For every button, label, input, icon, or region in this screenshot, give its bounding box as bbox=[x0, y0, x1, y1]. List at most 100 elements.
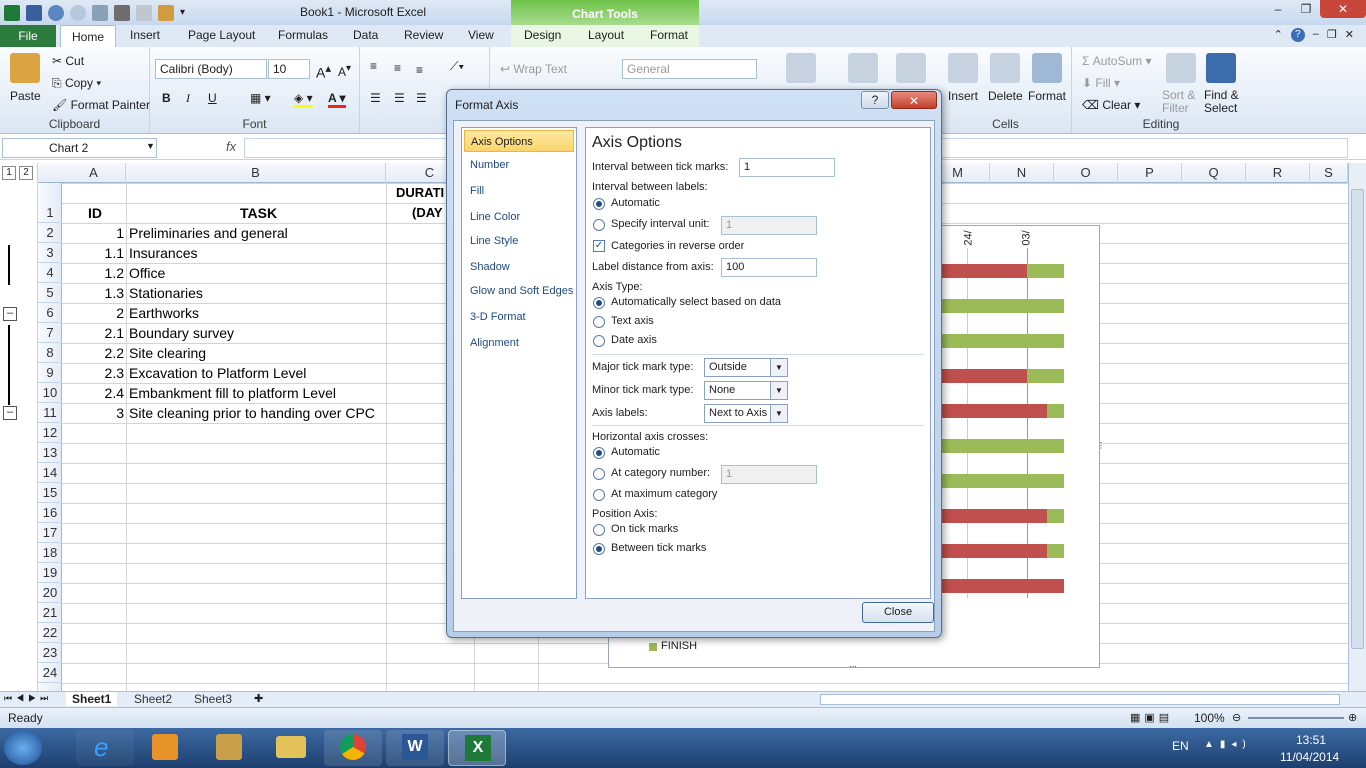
gantt-bar-green[interactable] bbox=[939, 439, 1064, 453]
id-cell[interactable]: 2 bbox=[62, 303, 124, 323]
id-cell[interactable]: 3 bbox=[62, 403, 124, 423]
undo-icon[interactable] bbox=[48, 4, 64, 21]
insert-function-button[interactable]: fx bbox=[226, 139, 236, 154]
gantt-bar-green[interactable] bbox=[939, 299, 1064, 313]
font-size-select[interactable]: 10 bbox=[268, 59, 310, 79]
find-select-button[interactable]: Find & Select bbox=[1204, 89, 1239, 115]
restore-icon[interactable]: ❐ bbox=[1292, 0, 1320, 18]
tab-page-layout[interactable]: Page Layout bbox=[188, 28, 255, 42]
at-max-category-radio[interactable] bbox=[593, 489, 605, 501]
align-top-icon[interactable]: ≡ bbox=[370, 59, 377, 73]
header-id-cell[interactable]: ID bbox=[88, 203, 102, 223]
insert-cells-button[interactable]: Insert bbox=[948, 89, 978, 103]
tab-design[interactable]: Design bbox=[524, 28, 561, 42]
row-header[interactable]: 14 bbox=[38, 463, 62, 483]
sheet-tab-1[interactable]: Sheet1 bbox=[66, 692, 118, 706]
chart-wizard-icon[interactable] bbox=[158, 4, 174, 21]
at-category-radio[interactable] bbox=[593, 468, 605, 480]
nav-alignment[interactable]: Alignment bbox=[464, 332, 574, 354]
gantt-bar-green[interactable] bbox=[939, 334, 1064, 348]
file-explorer-icon[interactable] bbox=[262, 730, 320, 766]
task-cell[interactable]: Boundary survey bbox=[129, 323, 234, 343]
start-button-icon[interactable] bbox=[4, 731, 42, 765]
row-header[interactable]: 19 bbox=[38, 563, 62, 583]
resize-handle-icon[interactable]: ⋯ bbox=[849, 662, 857, 671]
fill-color-icon[interactable]: ◈ ▾ bbox=[294, 91, 313, 108]
zoom-slider[interactable] bbox=[1248, 717, 1344, 719]
vertical-scrollbar[interactable] bbox=[1348, 163, 1366, 691]
row-header[interactable]: 2 bbox=[38, 223, 62, 243]
tab-insert[interactable]: Insert bbox=[130, 28, 160, 42]
tab-view[interactable]: View bbox=[468, 28, 494, 42]
row-header[interactable]: 11 bbox=[38, 403, 62, 423]
workbook-restore-icon[interactable]: ❐ bbox=[1327, 28, 1337, 42]
clock-time[interactable]: 13:51 bbox=[1296, 733, 1326, 747]
fill-button[interactable]: ⬇ Fill ▾ bbox=[1082, 76, 1120, 90]
major-tick-select[interactable]: Outside ▼ bbox=[704, 358, 788, 377]
underline-button[interactable]: U bbox=[208, 91, 217, 105]
tools-app-icon[interactable] bbox=[200, 730, 258, 766]
align-left-icon[interactable]: ☰ bbox=[370, 91, 381, 105]
language-indicator[interactable]: EN bbox=[1172, 739, 1189, 753]
col-header-q[interactable]: Q bbox=[1182, 163, 1246, 183]
print-preview-icon[interactable] bbox=[92, 4, 108, 21]
col-header-o[interactable]: O bbox=[1054, 163, 1118, 183]
row-header[interactable]: 12 bbox=[38, 423, 62, 443]
id-cell[interactable]: 2.1 bbox=[62, 323, 124, 343]
bold-button[interactable]: B bbox=[162, 91, 171, 105]
chrome-icon[interactable] bbox=[324, 730, 382, 766]
redo-icon[interactable] bbox=[70, 4, 86, 21]
nav-fill[interactable]: Fill bbox=[464, 180, 574, 202]
crosses-automatic-radio[interactable] bbox=[593, 447, 605, 459]
row-header[interactable]: 15 bbox=[38, 483, 62, 503]
tray-icons[interactable]: ▲▮◂) bbox=[1204, 739, 1252, 750]
col-header-r[interactable]: R bbox=[1246, 163, 1310, 183]
id-cell[interactable]: 2.4 bbox=[62, 383, 124, 403]
help-icon[interactable]: ? bbox=[1290, 28, 1305, 42]
zoom-out-icon[interactable]: ⊖ bbox=[1232, 711, 1241, 724]
row-header[interactable]: 8 bbox=[38, 343, 62, 363]
resize-handle-icon[interactable]: ⋮ bbox=[1097, 441, 1105, 450]
gantt-bar-green[interactable] bbox=[939, 474, 1064, 488]
reverse-order-checkbox[interactable]: ✓ bbox=[593, 240, 605, 252]
row-header[interactable]: 22 bbox=[38, 623, 62, 643]
axis-labels-select[interactable]: Next to Axis ▼ bbox=[704, 404, 788, 423]
sort-filter-button[interactable]: Sort & Filter bbox=[1162, 89, 1195, 115]
grow-font-icon[interactable]: A▴ bbox=[316, 61, 331, 81]
paste-icon[interactable] bbox=[10, 53, 40, 83]
row-header[interactable]: 24 bbox=[38, 663, 62, 683]
gantt-bar-red[interactable] bbox=[939, 544, 1047, 558]
row-header[interactable]: 6 bbox=[38, 303, 62, 323]
id-cell[interactable]: 1 bbox=[62, 223, 124, 243]
tab-layout[interactable]: Layout bbox=[588, 28, 624, 42]
outline-level-2-button[interactable]: 2 bbox=[19, 166, 33, 180]
copy-button[interactable]: ⎘ Copy ▾ bbox=[52, 76, 101, 91]
text-axis-radio[interactable] bbox=[593, 316, 605, 328]
name-box[interactable]: Chart 2 bbox=[2, 138, 157, 158]
header-task-cell[interactable]: TASK bbox=[240, 203, 277, 223]
nav-line-color[interactable]: Line Color bbox=[464, 206, 574, 228]
borders-icon[interactable]: ▦ ▾ bbox=[250, 91, 271, 105]
collapse-group-icon[interactable]: – bbox=[3, 307, 17, 321]
form-icon[interactable] bbox=[136, 4, 152, 21]
task-cell[interactable]: Earthworks bbox=[129, 303, 199, 323]
tab-data[interactable]: Data bbox=[353, 28, 378, 42]
row-header[interactable]: 7 bbox=[38, 323, 62, 343]
row-header[interactable]: 1 bbox=[38, 183, 62, 223]
id-cell[interactable]: 2.3 bbox=[62, 363, 124, 383]
nav-3d-format[interactable]: 3-D Format bbox=[464, 306, 574, 328]
header-duration-cell[interactable]: DURATI bbox=[396, 183, 444, 203]
row-header[interactable]: 4 bbox=[38, 263, 62, 283]
scrollbar-thumb[interactable] bbox=[1351, 189, 1364, 649]
view-buttons-icon[interactable]: ▦▣▤ bbox=[1130, 711, 1173, 724]
nav-axis-options[interactable]: Axis Options bbox=[464, 130, 574, 152]
gantt-bar-green[interactable] bbox=[1047, 404, 1064, 418]
row-header[interactable]: 23 bbox=[38, 643, 62, 663]
name-box-dropdown-icon[interactable]: ▼ bbox=[146, 141, 155, 151]
clear-button[interactable]: ⌫ Clear ▾ bbox=[1082, 98, 1140, 112]
format-as-table-icon[interactable] bbox=[848, 53, 878, 83]
collapse-ribbon-icon[interactable]: ⌃ bbox=[1274, 28, 1283, 42]
interval-tick-input[interactable]: 1 bbox=[739, 158, 835, 177]
id-cell[interactable]: 1.2 bbox=[62, 263, 124, 283]
insert-sheet-icon[interactable]: ✚ bbox=[254, 692, 263, 705]
